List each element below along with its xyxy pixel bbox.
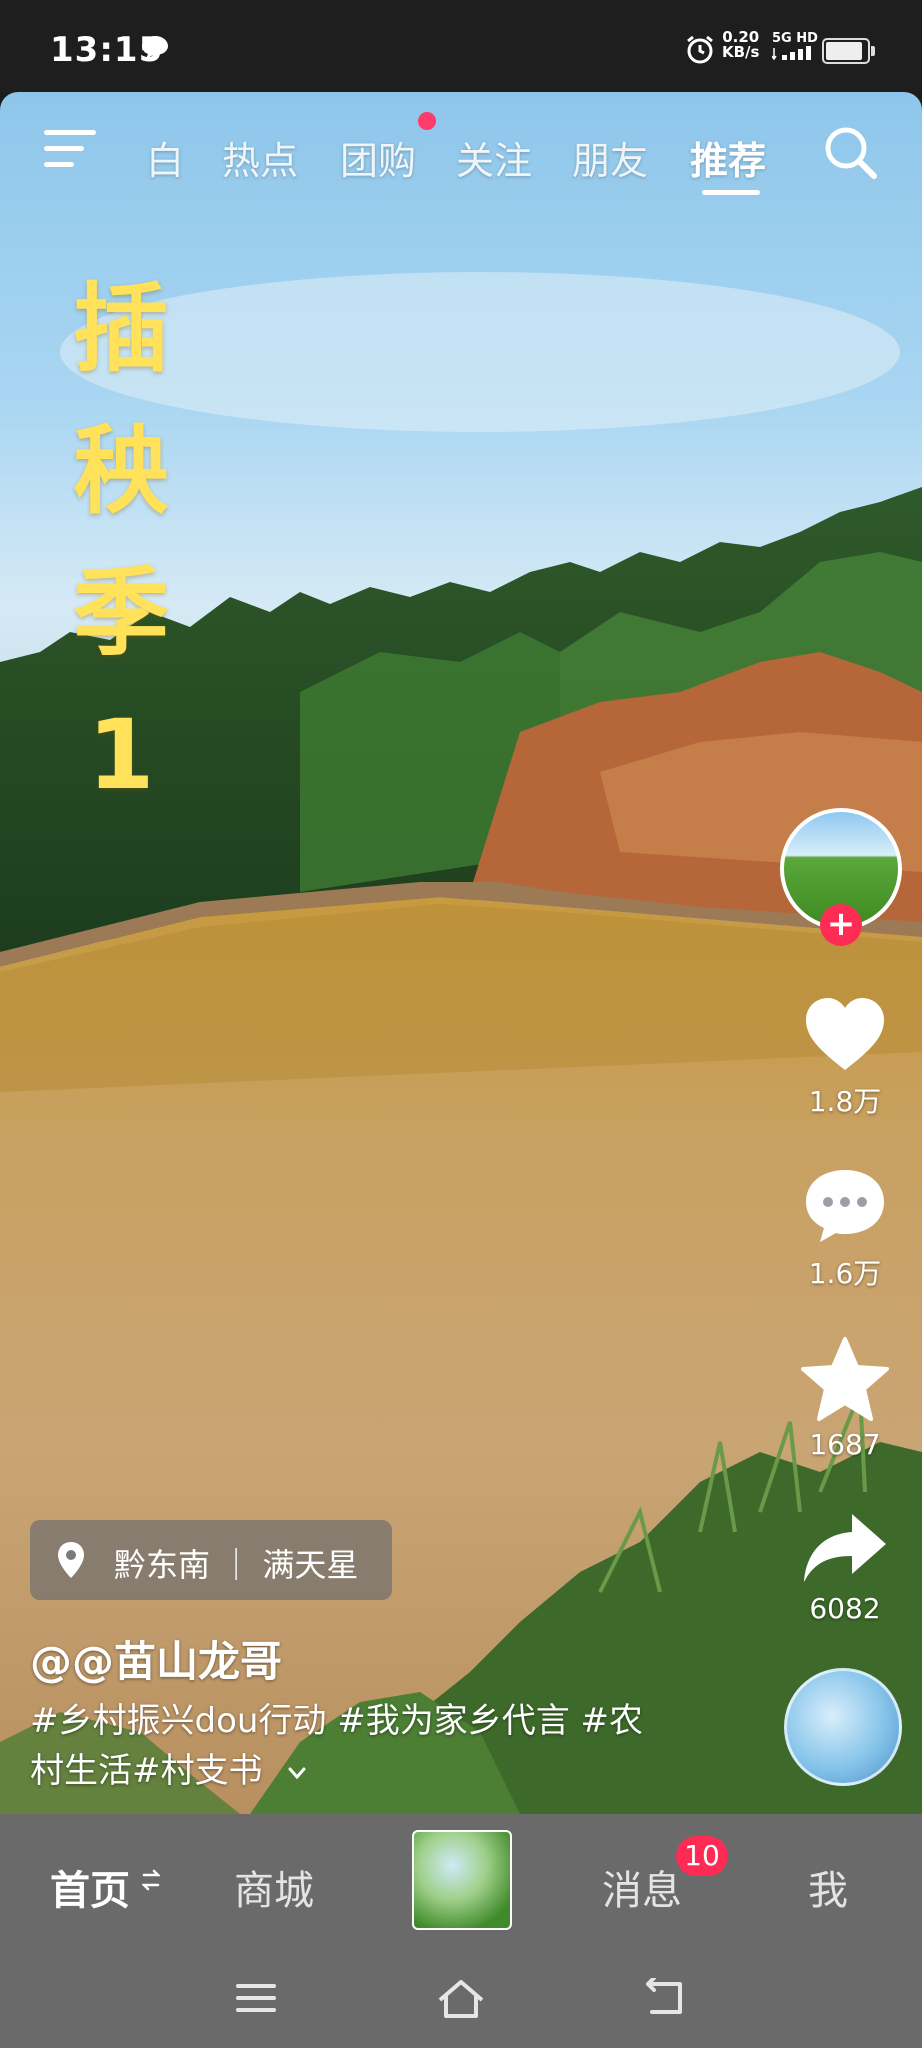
favorite-count: 1687 xyxy=(809,1428,881,1461)
follow-plus-button[interactable]: + xyxy=(820,904,862,946)
swap-arrows-icon[interactable] xyxy=(142,1866,160,1894)
signal-bars-icon xyxy=(771,46,811,61)
tab-hot[interactable]: 热点 xyxy=(222,130,298,185)
chevron-down-icon[interactable] xyxy=(287,1763,307,1783)
messages-badge: 10 xyxy=(676,1836,728,1876)
comment-action[interactable]: 1.6万 xyxy=(790,1166,900,1292)
message-bubble-icon xyxy=(142,36,168,59)
menu-icon[interactable] xyxy=(44,128,96,168)
favorite-action[interactable]: 1687 xyxy=(790,1336,900,1461)
music-disc-icon[interactable] xyxy=(784,1668,902,1786)
network-speed: 0.20 KB/s xyxy=(722,30,759,60)
alarm-icon xyxy=(687,35,713,64)
tab-friends[interactable]: 朋友 xyxy=(572,130,648,185)
tab-group-buy[interactable]: 团购 xyxy=(340,130,416,185)
tab-me[interactable]: 我 xyxy=(808,1858,848,1916)
location-pin-icon xyxy=(58,1542,84,1578)
tab-mall[interactable]: 商城 xyxy=(234,1858,314,1916)
video-description[interactable]: #乡村振兴dou行动 #我为家乡代言 #农村生活#村支书 xyxy=(30,1696,670,1796)
home-icon[interactable] xyxy=(436,1978,486,2020)
location-tag[interactable]: 黔东南 ｜ 满天星 xyxy=(30,1520,392,1600)
video-overlay-title: 插 秧 季 1 xyxy=(73,273,169,811)
heart-icon xyxy=(806,998,884,1070)
author-avatar[interactable]: + xyxy=(780,808,902,946)
tab-home[interactable]: 首页 xyxy=(50,1858,130,1916)
like-count: 1.8万 xyxy=(808,1085,882,1118)
author-name[interactable]: @@苗山龙哥 xyxy=(30,1628,282,1689)
notification-dot xyxy=(418,112,436,130)
network-indicator: 5G HD xyxy=(771,31,818,64)
speed-unit: KB/s xyxy=(722,43,760,61)
star-icon xyxy=(801,1337,889,1421)
system-navigation-bar xyxy=(0,1950,922,2048)
like-action[interactable]: 1.8万 xyxy=(790,994,900,1120)
tab-messages[interactable]: 消息 xyxy=(602,1858,682,1916)
share-count: 6082 xyxy=(809,1592,881,1625)
comment-bubble-icon xyxy=(806,1170,884,1242)
tab-bai[interactable]: 白 xyxy=(146,130,184,185)
top-navigation: 白 热点 团购 关注 朋友 推荐 xyxy=(0,92,922,202)
description-text: #乡村振兴dou行动 #我为家乡代言 #农村生活#村支书 xyxy=(30,1701,644,1791)
search-icon[interactable] xyxy=(820,122,880,182)
bottom-tab-bar: 首页 商城 消息 10 我 xyxy=(0,1814,922,1950)
comment-count: 1.6万 xyxy=(808,1257,882,1290)
battery-icon xyxy=(822,38,875,64)
share-arrow-icon xyxy=(804,1514,886,1582)
share-action[interactable]: 6082 xyxy=(790,1510,900,1625)
back-icon[interactable] xyxy=(644,1978,688,2018)
network-label: 5G HD xyxy=(772,31,818,46)
location-text: 黔东南 ｜ 满天星 xyxy=(114,1546,359,1584)
create-post-button[interactable] xyxy=(412,1830,512,1930)
active-tab-indicator xyxy=(702,190,760,195)
recent-apps-icon[interactable] xyxy=(234,1978,278,2018)
tab-following[interactable]: 关注 xyxy=(456,130,532,185)
status-bar: 13:15 0.20 KB/s 5G HD xyxy=(0,0,922,92)
tab-recommend[interactable]: 推荐 xyxy=(690,130,766,185)
